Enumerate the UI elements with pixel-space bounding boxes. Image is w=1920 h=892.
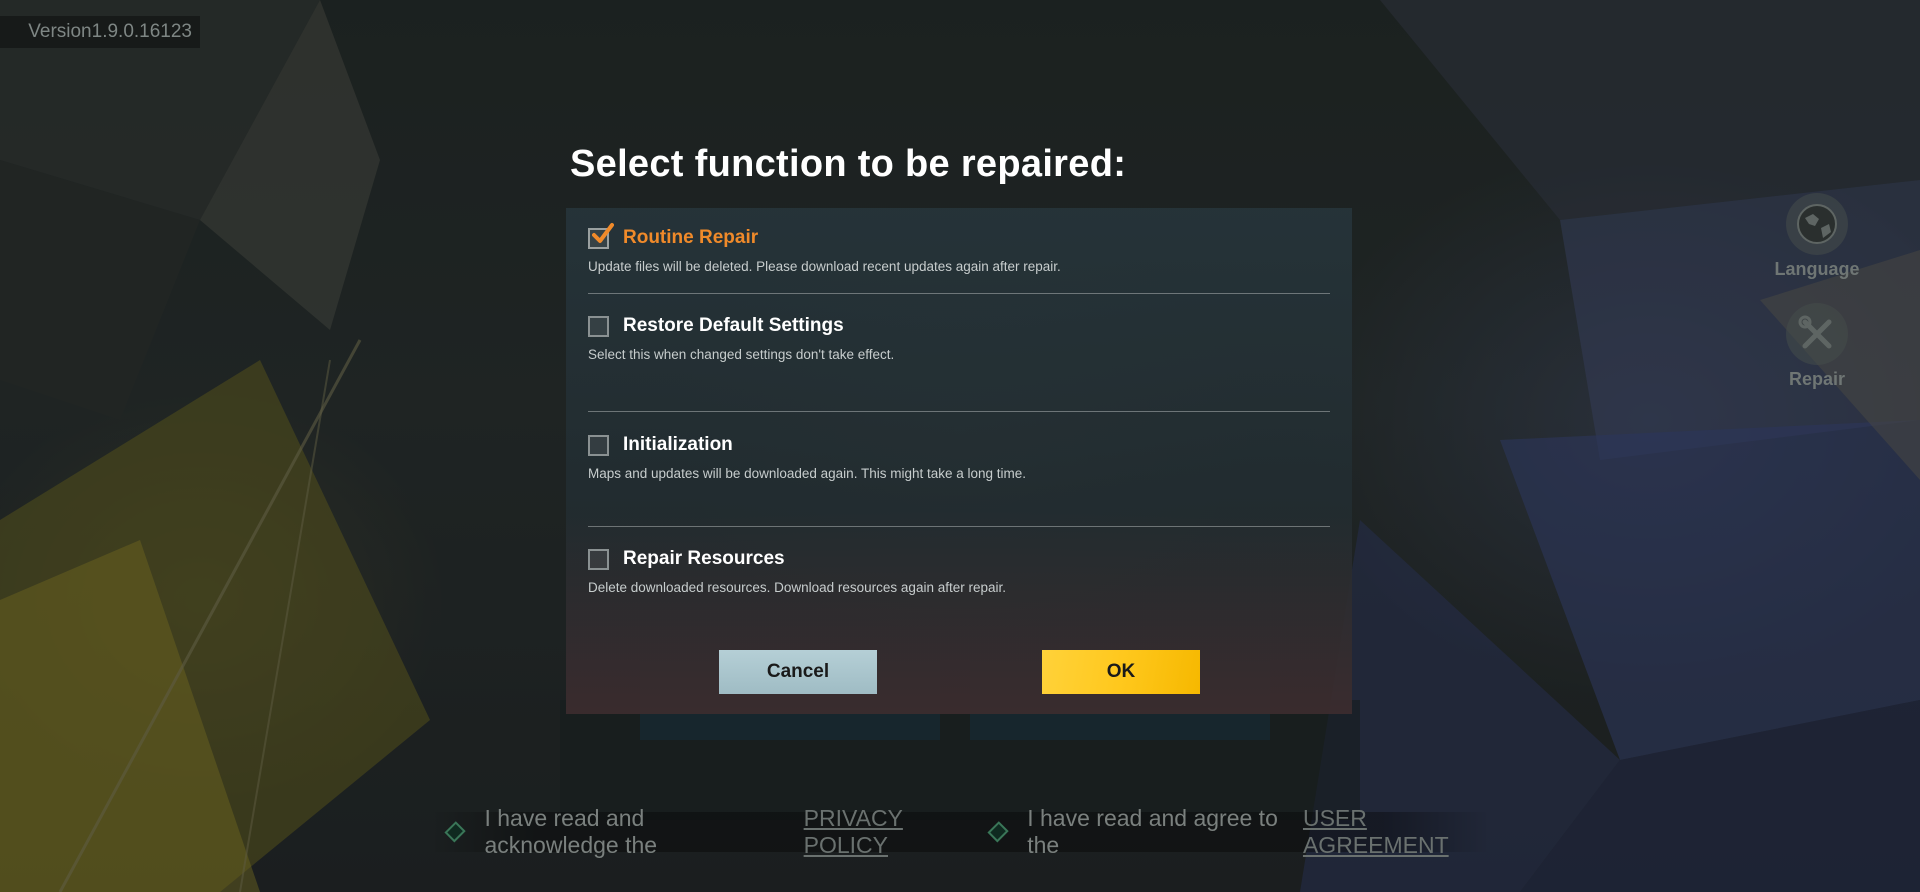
- routine-repair-label: Routine Repair: [623, 227, 759, 248]
- option-divider: [588, 526, 1330, 527]
- globe-icon: [1786, 193, 1848, 255]
- routine-repair-description: Update files will be deleted. Please dow…: [588, 259, 1061, 274]
- user-agreement-check-diamond-icon[interactable]: [987, 821, 1009, 843]
- option-restore-default-settings[interactable]: Restore Default Settings Select this whe…: [588, 311, 1330, 362]
- repair-resources-description: Delete downloaded resources. Download re…: [588, 580, 1006, 595]
- privacy-check-diamond-icon[interactable]: [444, 821, 466, 843]
- repair-label: Repair: [1788, 369, 1846, 389]
- checkmark-icon: [592, 222, 614, 243]
- option-routine-repair[interactable]: Routine Repair Update files will be dele…: [588, 222, 1330, 274]
- restore-default-settings-description: Select this when changed settings don't …: [588, 347, 895, 362]
- restore-default-settings-checkbox[interactable]: [588, 315, 609, 337]
- routine-repair-checkbox[interactable]: [588, 222, 614, 249]
- privacy-policy-link[interactable]: PRIVACY POLICY: [804, 805, 969, 859]
- wrench-screwdriver-icon: [1786, 303, 1848, 365]
- repair-dialog: Routine Repair Update files will be dele…: [566, 208, 1352, 714]
- version-label: Version1.9.0.16123: [0, 16, 200, 48]
- agreement-bar: I have read and acknowledge the PRIVACY …: [430, 805, 1490, 858]
- ok-button[interactable]: OK: [1042, 650, 1200, 694]
- initialization-label: Initialization: [623, 434, 733, 455]
- option-divider: [588, 411, 1330, 412]
- cancel-button[interactable]: Cancel: [719, 650, 877, 694]
- restore-default-settings-label: Restore Default Settings: [623, 315, 844, 336]
- repair-button[interactable]: Repair: [1762, 303, 1872, 390]
- option-initialization[interactable]: Initialization Maps and updates will be …: [588, 430, 1330, 481]
- user-agreement-link[interactable]: USER AGREEMENT: [1303, 805, 1490, 859]
- option-repair-resources[interactable]: Repair Resources Delete downloaded resou…: [588, 544, 1330, 595]
- language-button[interactable]: Language: [1762, 193, 1872, 280]
- option-divider: [588, 293, 1330, 294]
- user-agreement-text: I have read and agree to the: [1027, 805, 1278, 858]
- dialog-title: Select function to be repaired:: [570, 143, 1127, 185]
- repair-resources-label: Repair Resources: [623, 548, 785, 569]
- initialization-checkbox[interactable]: [588, 434, 609, 456]
- repair-resources-checkbox[interactable]: [588, 548, 609, 570]
- language-label: Language: [1774, 259, 1860, 279]
- privacy-text: I have read and acknowledge the: [484, 805, 658, 858]
- initialization-description: Maps and updates will be downloaded agai…: [588, 466, 1027, 481]
